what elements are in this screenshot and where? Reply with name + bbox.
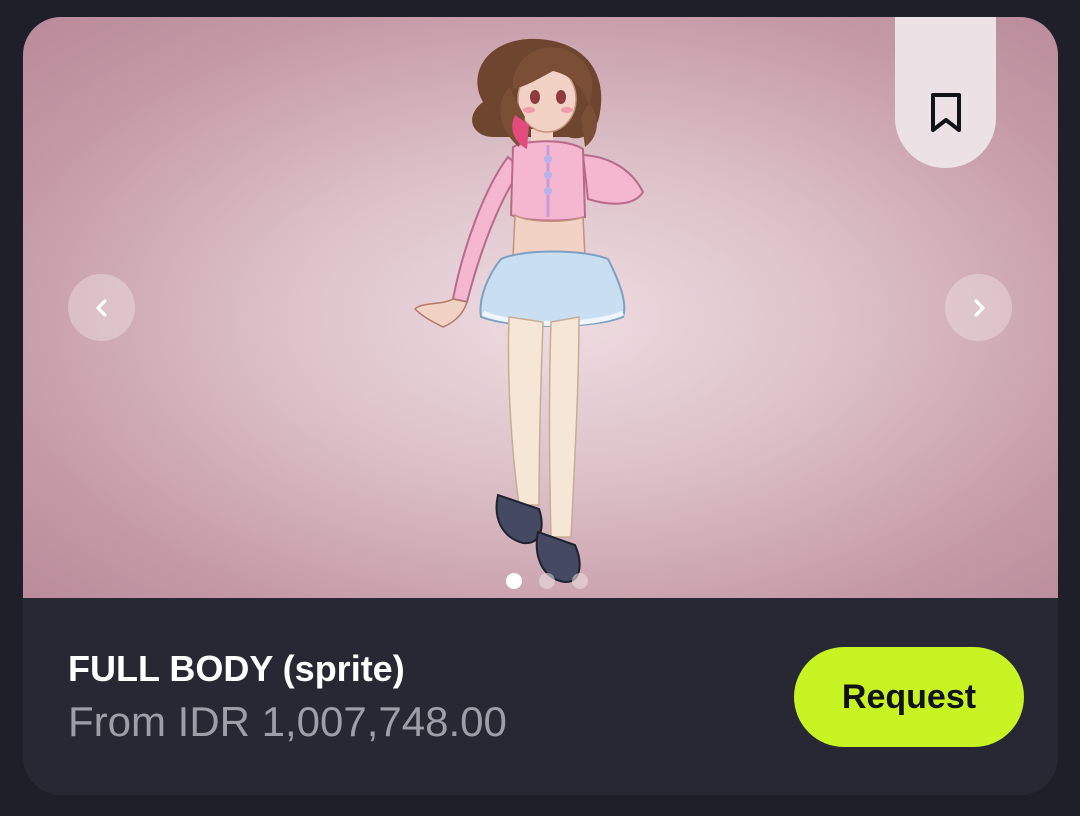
request-button[interactable]: Request xyxy=(794,647,1024,747)
pagination-dot-3[interactable] xyxy=(572,573,588,589)
product-card: FULL BODY (sprite) From IDR 1,007,748.00… xyxy=(23,17,1058,795)
chevron-right-icon xyxy=(973,298,985,317)
product-price: From IDR 1,007,748.00 xyxy=(68,698,507,745)
bookmark-icon xyxy=(930,93,961,132)
bookmark-button[interactable] xyxy=(895,17,996,168)
gallery-pagination xyxy=(506,573,588,589)
pagination-dot-1[interactable] xyxy=(506,573,522,589)
next-image-button[interactable] xyxy=(945,274,1012,341)
product-info: FULL BODY (sprite) From IDR 1,007,748.00… xyxy=(23,598,1058,795)
product-title: FULL BODY (sprite) xyxy=(68,648,405,689)
image-gallery[interactable] xyxy=(23,17,1058,598)
chevron-left-icon xyxy=(95,298,107,317)
previous-image-button[interactable] xyxy=(68,274,135,341)
pagination-dot-2[interactable] xyxy=(539,573,555,589)
